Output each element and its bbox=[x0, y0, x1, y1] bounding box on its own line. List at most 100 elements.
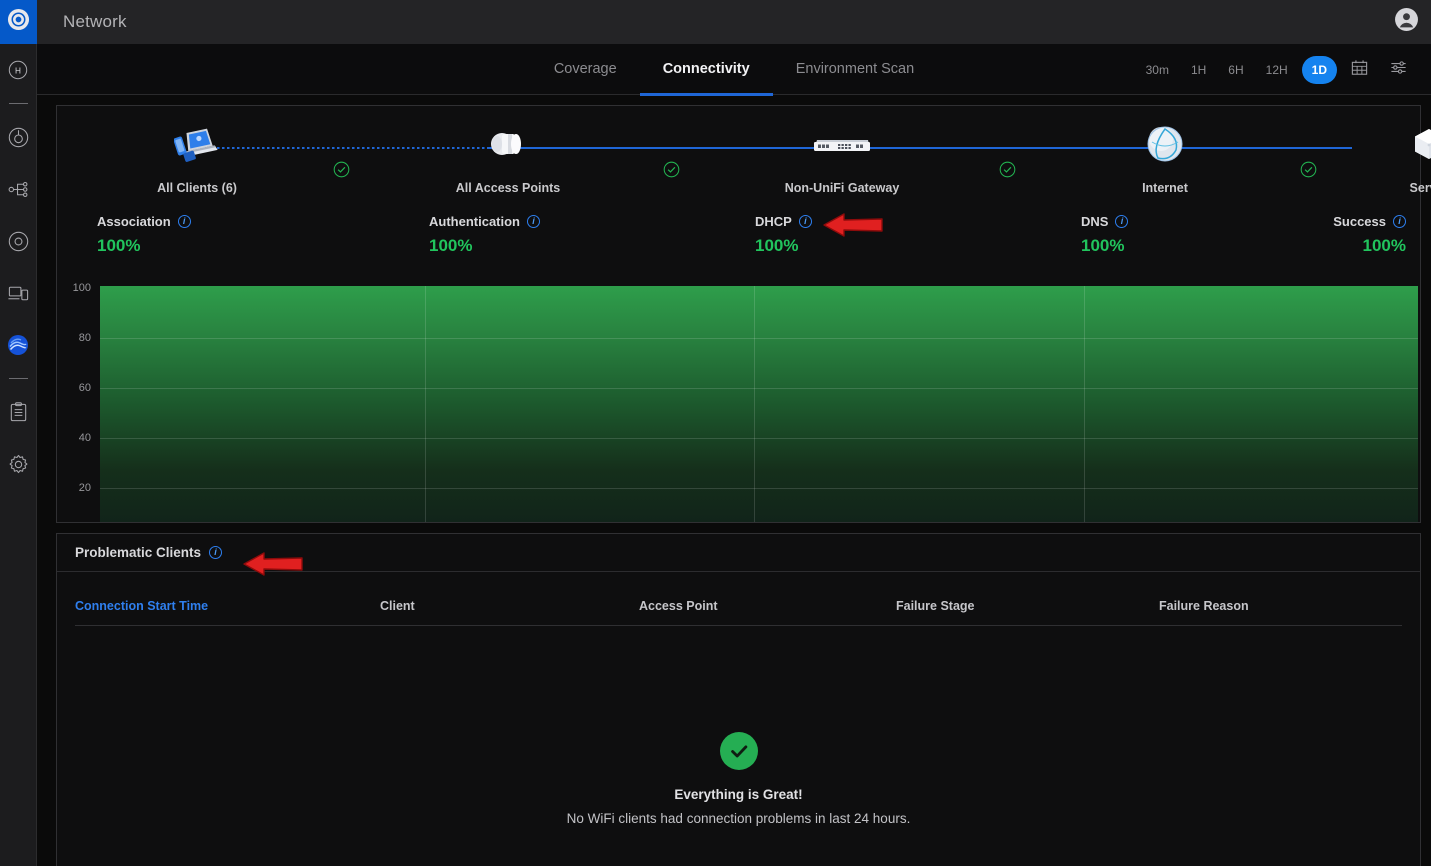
sidebar-item-topology[interactable] bbox=[0, 163, 37, 215]
server-cube-icon bbox=[1349, 122, 1431, 166]
column-header-client[interactable]: Client bbox=[380, 599, 639, 613]
success-info-icon[interactable]: i bbox=[1393, 215, 1406, 228]
user-avatar-button[interactable] bbox=[1393, 7, 1419, 37]
chart-v-gridline bbox=[425, 286, 426, 522]
sidebar-item-devices[interactable] bbox=[0, 215, 37, 267]
chart-v-gridline bbox=[754, 286, 755, 522]
flow-node-label: Server bbox=[1409, 181, 1431, 195]
time-range-controls: 30m 1H 6H 12H 1D bbox=[1135, 44, 1418, 95]
column-header-access-point[interactable]: Access Point bbox=[639, 599, 896, 613]
metric-value: 100% bbox=[429, 236, 473, 255]
filter-settings-button[interactable] bbox=[1379, 58, 1418, 82]
flow-node-label: Internet bbox=[1142, 181, 1188, 195]
gateway-icon bbox=[757, 122, 927, 166]
sidebar-item-console-initial[interactable]: H bbox=[0, 44, 37, 96]
topology-icon bbox=[7, 178, 30, 201]
dashboard-icon bbox=[7, 126, 30, 149]
association-info-icon[interactable]: i bbox=[177, 215, 191, 228]
green-check-circle-icon bbox=[719, 732, 758, 770]
flow-check-authentication bbox=[663, 161, 680, 183]
sidebar-item-network-active[interactable] bbox=[0, 319, 37, 371]
chart-h-gridline bbox=[100, 488, 1418, 489]
unifi-logo-icon bbox=[7, 8, 30, 36]
sidebar-item-settings[interactable] bbox=[0, 438, 37, 490]
flow-node-internet[interactable]: Internet bbox=[1085, 122, 1245, 195]
time-range-12h[interactable]: 12H bbox=[1255, 63, 1299, 77]
chart-h-gridline bbox=[100, 388, 1418, 389]
chart-h-gridline bbox=[100, 438, 1418, 439]
calendar-icon bbox=[1350, 58, 1369, 82]
metric-success: Success i 100% bbox=[1333, 214, 1406, 256]
tab-environment-scan[interactable]: Environment Scan bbox=[773, 45, 937, 96]
access-point-icon bbox=[428, 122, 588, 166]
column-header-connection-start-time[interactable]: Connection Start Time bbox=[75, 599, 380, 613]
logs-icon bbox=[7, 401, 30, 424]
metric-label: Authentication bbox=[429, 214, 520, 229]
y-tick: 40 bbox=[78, 432, 91, 444]
flow-node-label: All Access Points bbox=[455, 181, 561, 195]
problematic-clients-info-icon[interactable]: i bbox=[209, 546, 223, 559]
dhcp-info-icon[interactable]: i bbox=[798, 215, 812, 228]
flow-node-all-clients[interactable]: All Clients (6) bbox=[117, 122, 277, 195]
settings-gear-icon bbox=[7, 453, 30, 476]
y-tick: 20 bbox=[78, 482, 91, 494]
top-bar: Network bbox=[37, 0, 1431, 44]
sidebar: H bbox=[0, 0, 37, 866]
metric-value: 100% bbox=[755, 236, 799, 255]
flow-node-label: All Clients (6) bbox=[157, 181, 237, 195]
sidebar-item-logs[interactable] bbox=[0, 386, 37, 438]
metric-value: 100% bbox=[1362, 236, 1406, 255]
flow-node-gateway[interactable]: Non-UniFi Gateway bbox=[757, 122, 927, 195]
time-range-1d[interactable]: 1D bbox=[1301, 55, 1337, 84]
user-avatar-icon bbox=[1394, 7, 1419, 37]
metric-dns: DNS i 100% bbox=[1081, 214, 1129, 256]
chart-h-gridline bbox=[100, 338, 1418, 339]
metric-label: DNS bbox=[1081, 214, 1109, 229]
metric-label: DHCP bbox=[755, 214, 792, 229]
metric-authentication: Authentication i 100% bbox=[429, 214, 540, 256]
time-range-30m[interactable]: 30m bbox=[1135, 63, 1180, 77]
y-tick: 80 bbox=[78, 332, 91, 344]
sidebar-divider-bottom bbox=[8, 378, 28, 379]
problematic-clients-header: Problematic Clients i bbox=[57, 534, 1420, 572]
tab-coverage[interactable]: Coverage bbox=[531, 45, 640, 96]
flow-node-server[interactable]: Server bbox=[1349, 122, 1431, 195]
empty-state-title: Everything is Great! bbox=[674, 787, 803, 802]
clients-icon bbox=[7, 282, 30, 305]
connectivity-chart: 100 80 60 40 20 bbox=[57, 276, 1420, 522]
tab-bar: Coverage Connectivity Environment Scan 3… bbox=[37, 44, 1431, 96]
flow-node-access-points[interactable]: All Access Points bbox=[428, 122, 588, 195]
sidebar-item-clients[interactable] bbox=[0, 267, 37, 319]
metric-value: 100% bbox=[1081, 236, 1125, 255]
problematic-clients-empty-state: Everything is Great! No WiFi clients had… bbox=[57, 626, 1420, 866]
page-title: Network bbox=[63, 12, 127, 31]
dns-info-icon[interactable]: i bbox=[1115, 215, 1129, 228]
flow-node-label: Non-UniFi Gateway bbox=[784, 181, 900, 195]
authentication-info-icon[interactable]: i bbox=[527, 215, 540, 228]
main-column: Network Coverage Connectivity Environmen… bbox=[37, 0, 1431, 866]
problematic-clients-title: Problematic Clients bbox=[75, 545, 202, 560]
time-range-6h[interactable]: 6H bbox=[1217, 63, 1254, 77]
chart-plot-area bbox=[100, 286, 1418, 522]
client-devices-icon bbox=[117, 122, 277, 166]
sliders-filter-icon bbox=[1389, 58, 1408, 82]
sidebar-logo[interactable] bbox=[0, 0, 37, 44]
flow-check-association bbox=[333, 161, 350, 183]
column-header-failure-stage[interactable]: Failure Stage bbox=[896, 599, 1159, 613]
y-tick: 100 bbox=[72, 282, 91, 294]
metric-association: Association i 100% bbox=[97, 214, 191, 256]
tab-connectivity[interactable]: Connectivity bbox=[639, 45, 773, 96]
unifi-network-app: H Network Coverage Connectivity Environm… bbox=[0, 0, 1431, 866]
column-header-failure-reason[interactable]: Failure Reason bbox=[1159, 599, 1402, 613]
problematic-clients-card: Problematic Clients i Connection Start T… bbox=[56, 533, 1421, 866]
calendar-picker-button[interactable] bbox=[1340, 58, 1379, 82]
globe-internet-icon bbox=[1085, 122, 1245, 166]
metric-label: Success bbox=[1333, 214, 1386, 229]
sidebar-divider-top bbox=[8, 103, 28, 104]
sidebar-item-dashboard[interactable] bbox=[0, 111, 37, 163]
empty-state-subtitle: No WiFi clients had connection problems … bbox=[566, 811, 911, 826]
content-area: All Clients (6) All Access Points Non-Un… bbox=[37, 95, 1431, 866]
time-range-1h[interactable]: 1H bbox=[1180, 63, 1217, 77]
flow-metrics: Association i 100% Authentication i 100% bbox=[57, 214, 1420, 266]
connectivity-flow-card: All Clients (6) All Access Points Non-Un… bbox=[56, 105, 1431, 523]
